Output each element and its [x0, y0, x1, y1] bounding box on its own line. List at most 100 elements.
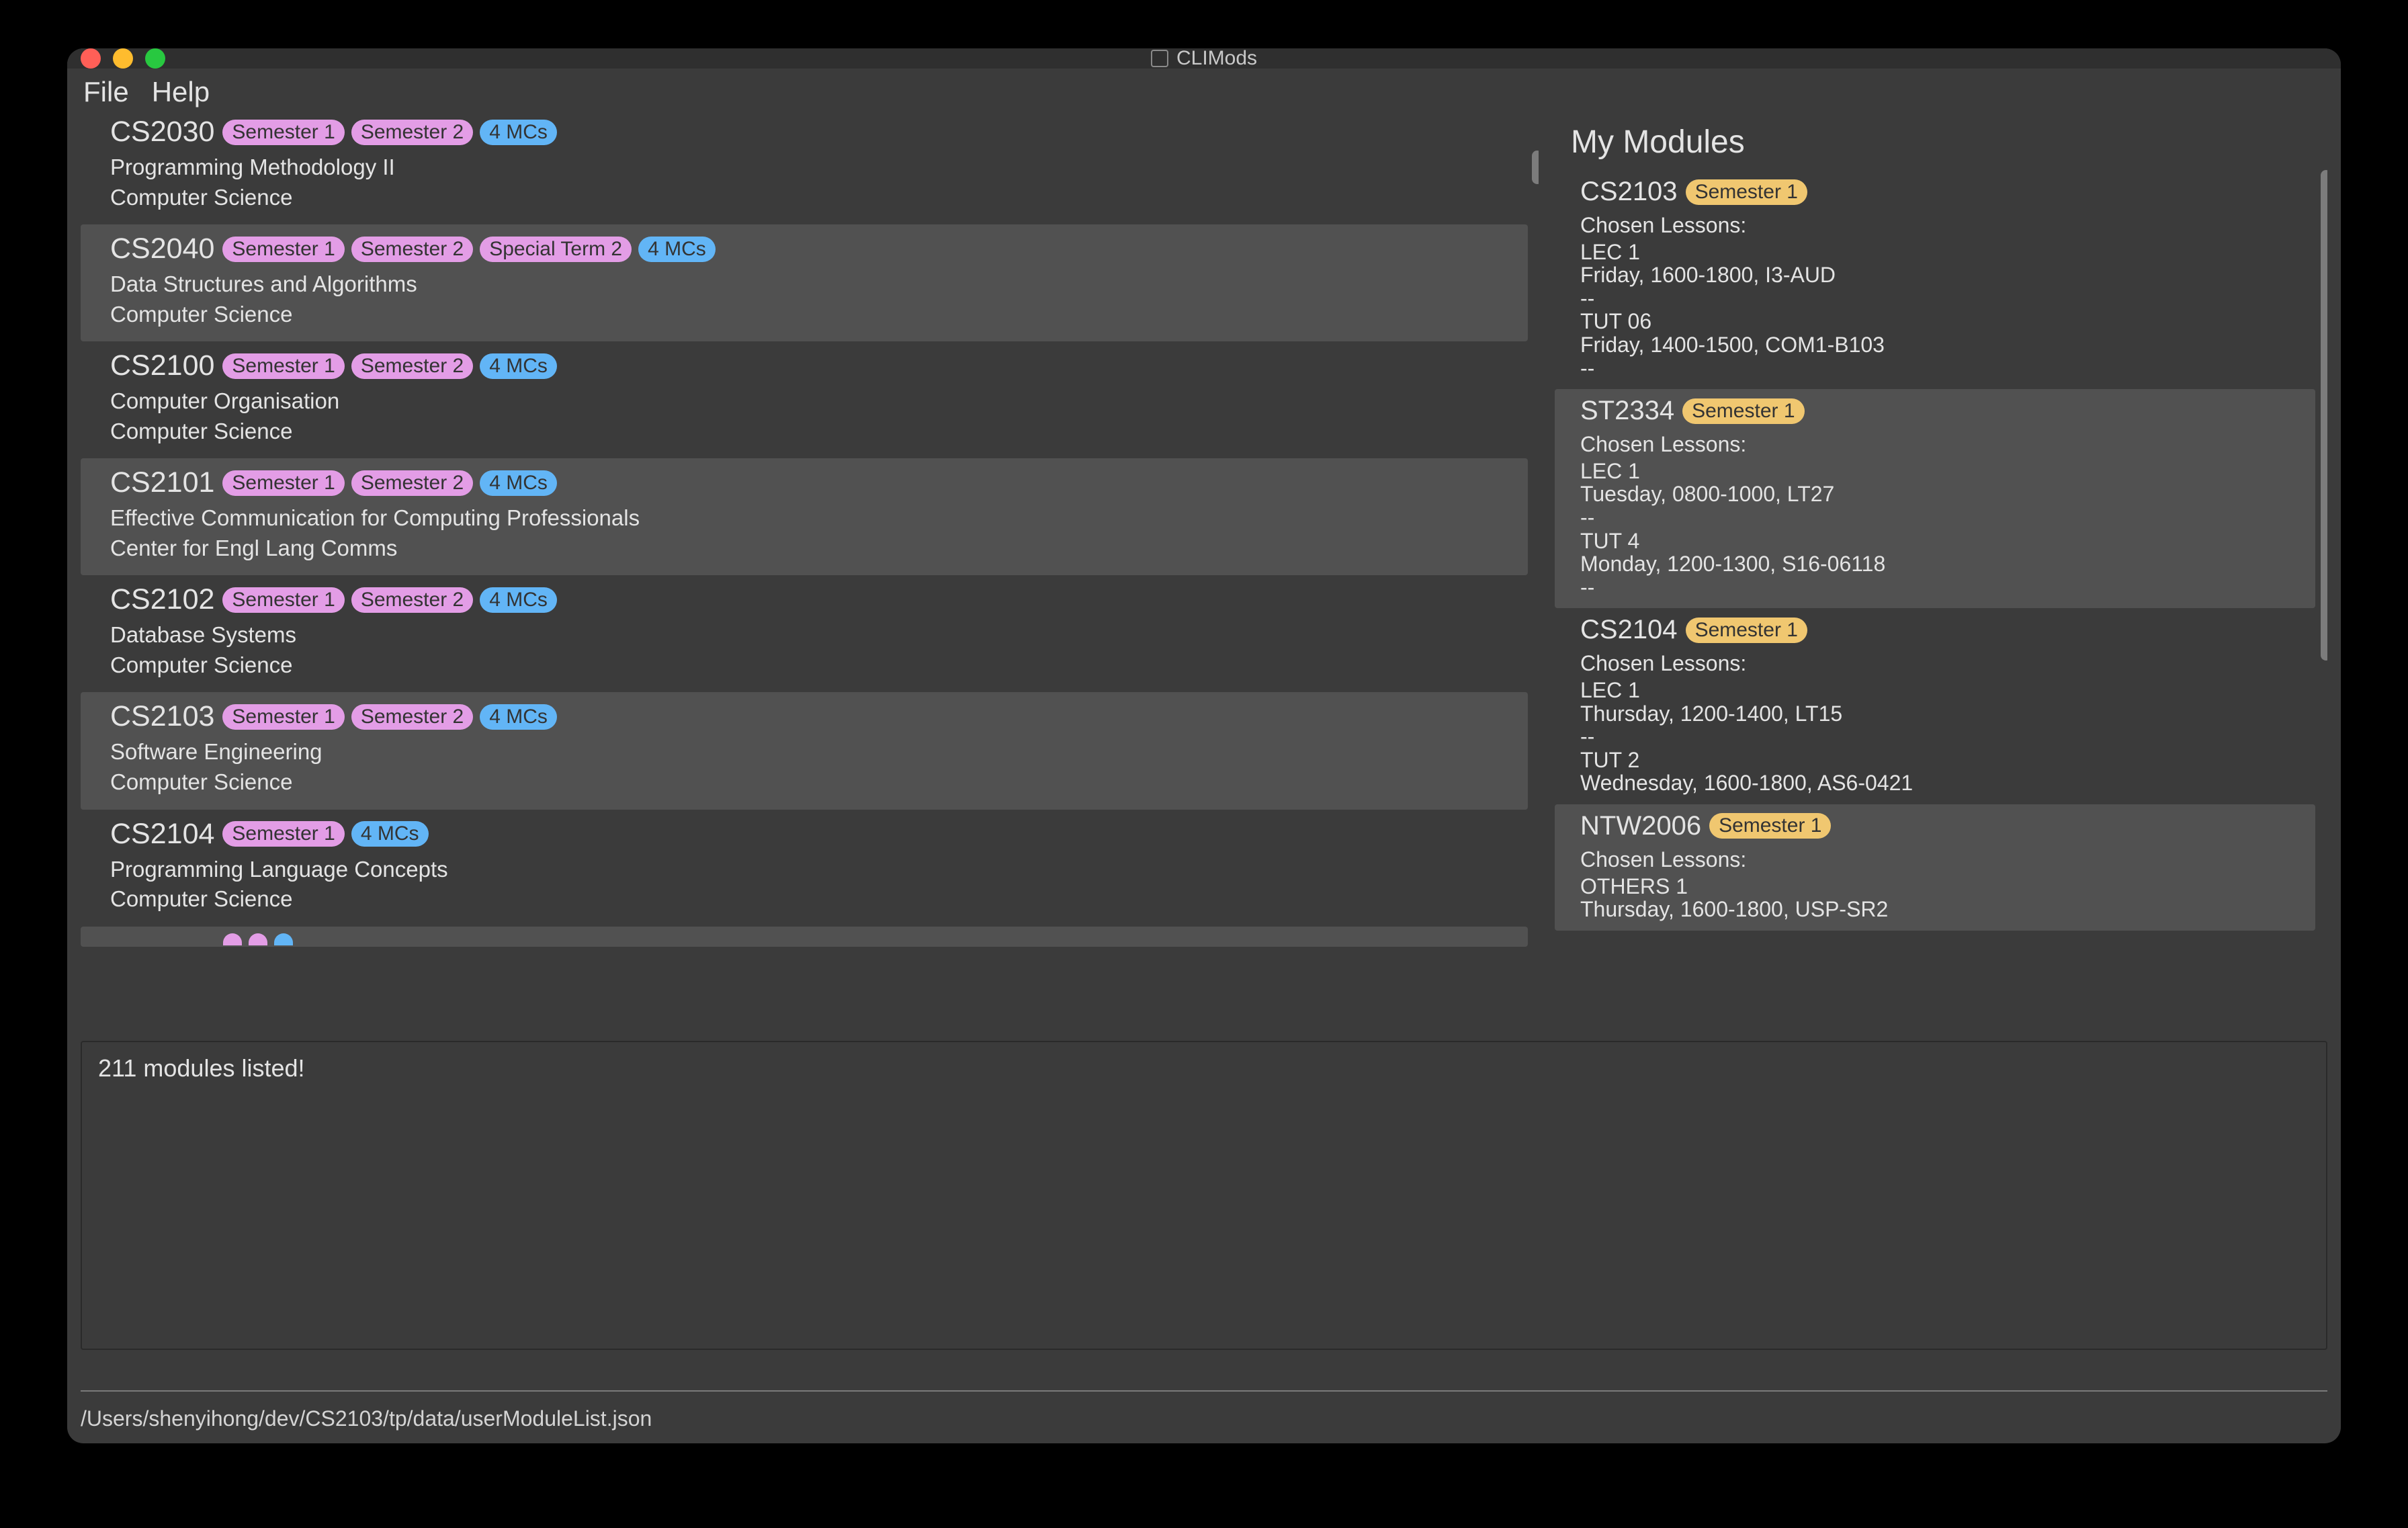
- window-title: CLIMods: [1151, 48, 1257, 70]
- module-card-header: CS2101Semester 1Semester 24 MCs: [110, 466, 1498, 499]
- lesson-line: --: [1580, 287, 2290, 310]
- my-modules-title: My Modules: [1555, 116, 2327, 170]
- module-browser-pane: CS2030Semester 1Semester 24 MCsProgrammi…: [81, 116, 1539, 1026]
- my-modules-list[interactable]: CS2103Semester 1Chosen Lessons:LEC 1Frid…: [1555, 170, 2327, 1026]
- my-module-code: CS2103: [1580, 177, 1678, 207]
- traffic-lights: [81, 48, 165, 69]
- module-code: CS2040: [110, 232, 214, 265]
- app-title-text: CLIMods: [1176, 48, 1257, 70]
- module-card-peek[interactable]: [81, 927, 1528, 947]
- my-module-header: ST2334 Semester 1: [1580, 396, 2290, 426]
- maximize-icon[interactable]: [145, 48, 165, 69]
- semester-badge: Semester 1: [1686, 179, 1807, 205]
- module-card[interactable]: CS2103Semester 1Semester 24 MCsSoftware …: [81, 692, 1528, 809]
- menu-file[interactable]: File: [83, 76, 129, 108]
- semester-badge: Semester 1: [222, 237, 344, 262]
- module-code: CS2102: [110, 583, 214, 616]
- my-module-header: CS2103 Semester 1: [1580, 177, 2290, 207]
- module-card[interactable]: CS2100Semester 1Semester 24 MCsComputer …: [81, 341, 1528, 458]
- my-module-code: CS2104: [1580, 615, 1678, 645]
- semester-badge: Semester 1: [222, 821, 344, 847]
- module-dept: Center for Engl Lang Comms: [110, 534, 1498, 564]
- chosen-lessons-label: Chosen Lessons:: [1580, 214, 2290, 238]
- module-code: CS2104: [110, 818, 214, 851]
- chosen-lessons-label: Chosen Lessons:: [1580, 652, 2290, 676]
- semester-badge: Semester 1: [1686, 618, 1807, 643]
- close-icon[interactable]: [81, 48, 101, 69]
- lesson-line: --: [1580, 576, 2290, 599]
- lesson-line: Tuesday, 0800-1000, LT27: [1580, 482, 2290, 506]
- lesson-line: Thursday, 1600-1800, USP-SR2: [1580, 898, 2290, 921]
- module-card-header: CS2030Semester 1Semester 24 MCs: [110, 116, 1498, 148]
- module-card[interactable]: CS2104 Semester 1 4 MCs Programming Languag…: [81, 810, 1528, 927]
- module-title: Database Systems: [110, 620, 1498, 650]
- semester-badge: Semester 1: [222, 587, 344, 613]
- module-title: Data Structures and Algorithms: [110, 269, 1498, 300]
- my-module-card[interactable]: ST2334Semester 1Chosen Lessons:LEC 1Tues…: [1555, 389, 2315, 608]
- app-window: CLIMods File Help CS2030Semester 1Semest…: [67, 48, 2341, 1443]
- semester-badge: Semester 1: [222, 470, 344, 496]
- module-dept: Computer Science: [110, 650, 1498, 681]
- module-title: Programming Methodology II: [110, 153, 1498, 183]
- lesson-line: LEC 1: [1580, 241, 2290, 264]
- module-dept: Computer Science: [110, 183, 1498, 213]
- left-scrollbar-thumb[interactable]: [1532, 151, 1539, 184]
- module-title: Computer Organisation: [110, 386, 1498, 417]
- semester-badge: Semester 1: [222, 120, 344, 145]
- my-modules-pane: My Modules CS2103 Semester 1 Chosen Lesson…: [1555, 116, 2327, 1026]
- module-dept: Computer Science: [110, 884, 1498, 915]
- mc-badge: 4 MCs: [480, 587, 557, 613]
- lesson-line: TUT 4: [1580, 529, 2290, 553]
- right-scrollbar-thumb[interactable]: [2321, 170, 2327, 661]
- mc-badge: 4 MCs: [480, 353, 557, 379]
- mc-badge: 4 MCs: [351, 821, 429, 847]
- my-module-code: NTW2006: [1580, 811, 1701, 841]
- lesson-line: OTHERS 1: [1580, 875, 2290, 898]
- app-icon: [1151, 50, 1168, 67]
- mc-badge: 4 MCs: [480, 120, 557, 145]
- lesson-line: Thursday, 1200-1400, LT15: [1580, 702, 2290, 726]
- my-module-code: ST2334: [1580, 396, 1674, 426]
- module-card-header: CS2040Semester 1Semester 2Special Term 2…: [110, 232, 1498, 265]
- module-card[interactable]: CS2101Semester 1Semester 24 MCsEffective…: [81, 458, 1528, 575]
- module-card[interactable]: CS2040Semester 1Semester 2Special Term 2…: [81, 224, 1528, 341]
- lesson-line: TUT 06: [1580, 310, 2290, 333]
- content-split: CS2030Semester 1Semester 24 MCsProgrammi…: [67, 116, 2341, 1026]
- mc-badge: 4 MCs: [480, 470, 557, 496]
- semester-badge: Semester 2: [351, 120, 473, 145]
- mc-badge: 4 MCs: [480, 704, 557, 730]
- module-card-header: CS2100Semester 1Semester 24 MCs: [110, 349, 1498, 382]
- my-module-header: CS2104 Semester 1: [1580, 615, 2290, 645]
- module-dept: Computer Science: [110, 767, 1498, 798]
- semester-badge: Semester 2: [351, 353, 473, 379]
- my-module-card[interactable]: NTW2006 Semester 1 Chosen Lessons: OTHERS 1…: [1555, 804, 2315, 931]
- lesson-line: --: [1580, 506, 2290, 529]
- menu-help[interactable]: Help: [152, 76, 210, 108]
- module-title: Programming Language Concepts: [110, 855, 1498, 885]
- semester-badge: [249, 933, 267, 945]
- my-module-card[interactable]: CS2104 Semester 1 Chosen Lessons: LEC 1Thur…: [1555, 608, 2315, 804]
- module-card-header: CS2102Semester 1Semester 24 MCs: [110, 583, 1498, 616]
- module-card[interactable]: CS2030Semester 1Semester 24 MCsProgrammi…: [81, 116, 1528, 224]
- semester-badge: Semester 2: [351, 237, 473, 262]
- lesson-line: Friday, 1600-1800, I3-AUD: [1580, 263, 2290, 287]
- mc-badge: [274, 933, 293, 945]
- module-card-header: CS2103Semester 1Semester 24 MCs: [110, 700, 1498, 733]
- lesson-line: LEC 1: [1580, 460, 2290, 483]
- module-card-header: CS2104 Semester 1 4 MCs: [110, 818, 1498, 851]
- module-list[interactable]: CS2030Semester 1Semester 24 MCsProgrammi…: [81, 116, 1539, 1026]
- chosen-lessons-label: Chosen Lessons:: [1580, 848, 2290, 872]
- lesson-line: LEC 1: [1580, 679, 2290, 702]
- lesson-line: TUT 2: [1580, 749, 2290, 772]
- semester-badge: [223, 933, 242, 945]
- module-card[interactable]: CS2102Semester 1Semester 24 MCsDatabase …: [81, 575, 1528, 692]
- lesson-line: --: [1580, 357, 2290, 380]
- my-module-header: NTW2006 Semester 1: [1580, 811, 2290, 841]
- status-bar: /Users/shenyihong/dev/CS2103/tp/data/use…: [67, 1392, 2341, 1443]
- semester-badge: Semester 2: [351, 704, 473, 730]
- semester-badge: Semester 1: [1709, 813, 1831, 839]
- semester-badge: Semester 1: [1682, 398, 1804, 424]
- mc-badge: 4 MCs: [638, 237, 716, 262]
- my-module-card[interactable]: CS2103 Semester 1 Chosen Lessons: LEC 1Frid…: [1555, 170, 2315, 389]
- minimize-icon[interactable]: [113, 48, 133, 69]
